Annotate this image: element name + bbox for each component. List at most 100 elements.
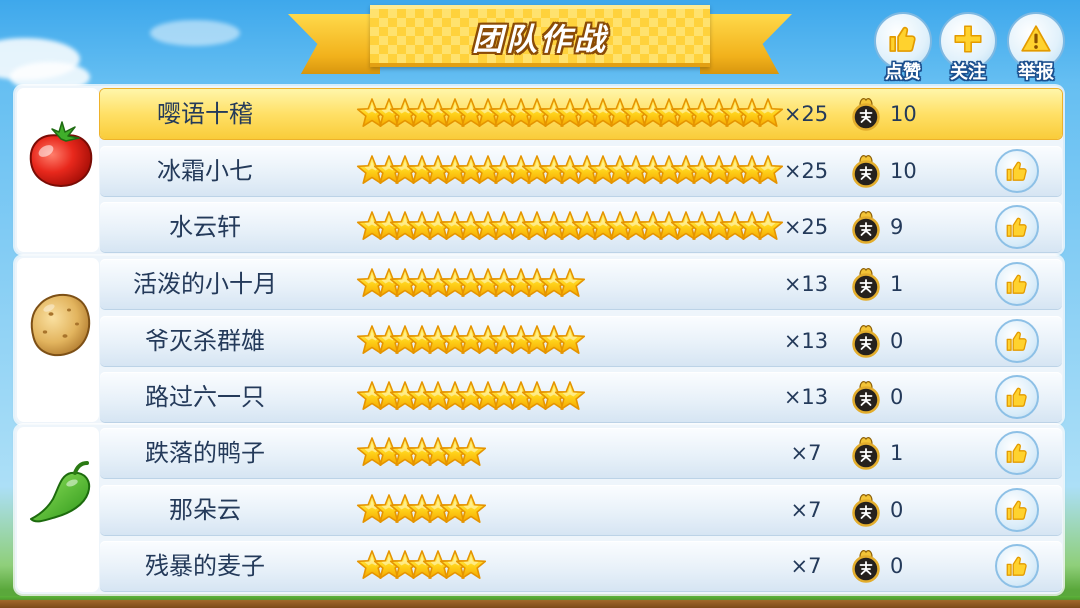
star-rating bbox=[356, 494, 786, 526]
player-row: 跌落的鸭子 ×7 1 bbox=[100, 428, 1062, 478]
follow-action-label: 关注 bbox=[950, 62, 986, 83]
star-icon bbox=[455, 437, 487, 469]
player-row: 残暴的麦子 ×7 0 bbox=[100, 541, 1062, 591]
score-value: 1 bbox=[890, 441, 904, 465]
cloud bbox=[150, 20, 240, 46]
score-value: 10 bbox=[890, 159, 917, 183]
team-icon-cell bbox=[17, 88, 99, 252]
thumbs-up-icon bbox=[886, 22, 920, 60]
page-title: 团队作战 bbox=[472, 21, 608, 58]
star-icon bbox=[554, 268, 586, 300]
player-name: 嘤语十稽 bbox=[157, 100, 253, 128]
thumbs-up-icon bbox=[1004, 328, 1030, 354]
medal-icon bbox=[850, 378, 882, 414]
star-icon bbox=[455, 550, 487, 582]
score-value: 0 bbox=[890, 554, 904, 578]
star-multiplier: ×25 bbox=[783, 215, 829, 239]
like-button[interactable] bbox=[995, 262, 1039, 306]
like-button[interactable] bbox=[995, 149, 1039, 193]
star-icon bbox=[554, 381, 586, 413]
like-button[interactable] bbox=[995, 488, 1039, 532]
banner-ribbon-right bbox=[700, 14, 792, 74]
thumbs-up-icon bbox=[1004, 158, 1030, 184]
medal-icon bbox=[850, 95, 882, 131]
potato-icon bbox=[25, 288, 97, 360]
player-name: 跌落的鸭子 bbox=[145, 439, 265, 467]
medal-icon bbox=[850, 547, 882, 583]
medal-icon bbox=[850, 434, 882, 470]
player-row: 嘤语十稽 ×25 10 bbox=[100, 89, 1062, 139]
star-rating bbox=[356, 98, 786, 130]
player-row: 爷灭杀群雄 ×13 0 bbox=[100, 316, 1062, 366]
thumbs-up-icon bbox=[1004, 440, 1030, 466]
score-value: 10 bbox=[890, 102, 917, 126]
like-action-button[interactable]: 点赞 bbox=[869, 10, 937, 84]
score-value: 0 bbox=[890, 385, 904, 409]
team-icon-cell bbox=[17, 258, 99, 422]
like-action-label: 点赞 bbox=[885, 62, 921, 83]
like-button[interactable] bbox=[995, 205, 1039, 249]
team-group-1: 嘤语十稽 ×25 10 冰霜小七 ×25 10 水云轩 ×25 9 bbox=[15, 86, 1063, 254]
medal-icon bbox=[850, 265, 882, 301]
thumbs-up-icon bbox=[1004, 271, 1030, 297]
player-row: 水云轩 ×25 9 bbox=[100, 202, 1062, 252]
star-icon bbox=[455, 494, 487, 526]
thumbs-up-icon bbox=[1004, 214, 1030, 240]
star-rating bbox=[356, 268, 786, 300]
medal-icon bbox=[850, 322, 882, 358]
plus-icon bbox=[952, 23, 984, 59]
score-value: 0 bbox=[890, 329, 904, 353]
star-multiplier: ×7 bbox=[790, 441, 822, 465]
team-group-3: 跌落的鸭子 ×7 1 那朵云 ×7 0 残暴的麦子 ×7 0 bbox=[15, 425, 1063, 594]
medal-icon bbox=[850, 208, 882, 244]
player-name: 活泼的小十月 bbox=[133, 270, 277, 298]
like-button[interactable] bbox=[995, 544, 1039, 588]
tomato-icon bbox=[25, 118, 97, 190]
warning-icon bbox=[1020, 23, 1052, 59]
star-rating bbox=[356, 437, 786, 469]
star-multiplier: ×25 bbox=[783, 102, 829, 126]
player-row: 那朵云 ×7 0 bbox=[100, 485, 1062, 535]
score-value: 0 bbox=[890, 498, 904, 522]
medal-icon bbox=[850, 152, 882, 188]
score-value: 9 bbox=[890, 215, 904, 239]
star-rating bbox=[356, 325, 786, 357]
thumbs-up-icon bbox=[1004, 384, 1030, 410]
star-multiplier: ×13 bbox=[783, 329, 829, 353]
team-group-2: 活泼的小十月 ×13 1 爷灭杀群雄 ×13 0 路过六一只 ×13 0 bbox=[15, 256, 1063, 424]
team-icon-cell bbox=[17, 427, 99, 592]
player-name: 冰霜小七 bbox=[157, 157, 253, 185]
player-name: 那朵云 bbox=[169, 496, 241, 524]
follow-action-button[interactable]: 关注 bbox=[934, 10, 1002, 84]
like-button[interactable] bbox=[995, 319, 1039, 363]
star-multiplier: ×13 bbox=[783, 385, 829, 409]
player-name: 残暴的麦子 bbox=[145, 552, 265, 580]
score-value: 1 bbox=[890, 272, 904, 296]
star-icon bbox=[554, 325, 586, 357]
star-multiplier: ×7 bbox=[790, 554, 822, 578]
banner-plate: 团队作战 bbox=[370, 5, 710, 67]
star-rating bbox=[356, 550, 786, 582]
player-name: 爷灭杀群雄 bbox=[145, 327, 265, 355]
player-row: 活泼的小十月 ×13 1 bbox=[100, 259, 1062, 309]
star-multiplier: ×7 bbox=[790, 498, 822, 522]
player-row: 路过六一只 ×13 0 bbox=[100, 372, 1062, 422]
ground-strip bbox=[0, 596, 1080, 608]
like-button[interactable] bbox=[995, 431, 1039, 475]
player-name: 路过六一只 bbox=[145, 383, 265, 411]
star-rating bbox=[356, 211, 786, 243]
star-multiplier: ×13 bbox=[783, 272, 829, 296]
report-action-button[interactable]: 举报 bbox=[1002, 10, 1070, 84]
medal-icon bbox=[850, 491, 882, 527]
star-multiplier: ×25 bbox=[783, 159, 829, 183]
player-name: 水云轩 bbox=[169, 213, 241, 241]
thumbs-up-icon bbox=[1004, 497, 1030, 523]
star-rating bbox=[356, 381, 786, 413]
pepper-icon bbox=[25, 457, 97, 529]
report-action-label: 举报 bbox=[1018, 62, 1054, 83]
like-button[interactable] bbox=[995, 375, 1039, 419]
player-row: 冰霜小七 ×25 10 bbox=[100, 146, 1062, 196]
star-rating bbox=[356, 155, 786, 187]
banner-ribbon-left bbox=[288, 14, 380, 74]
thumbs-up-icon bbox=[1004, 553, 1030, 579]
